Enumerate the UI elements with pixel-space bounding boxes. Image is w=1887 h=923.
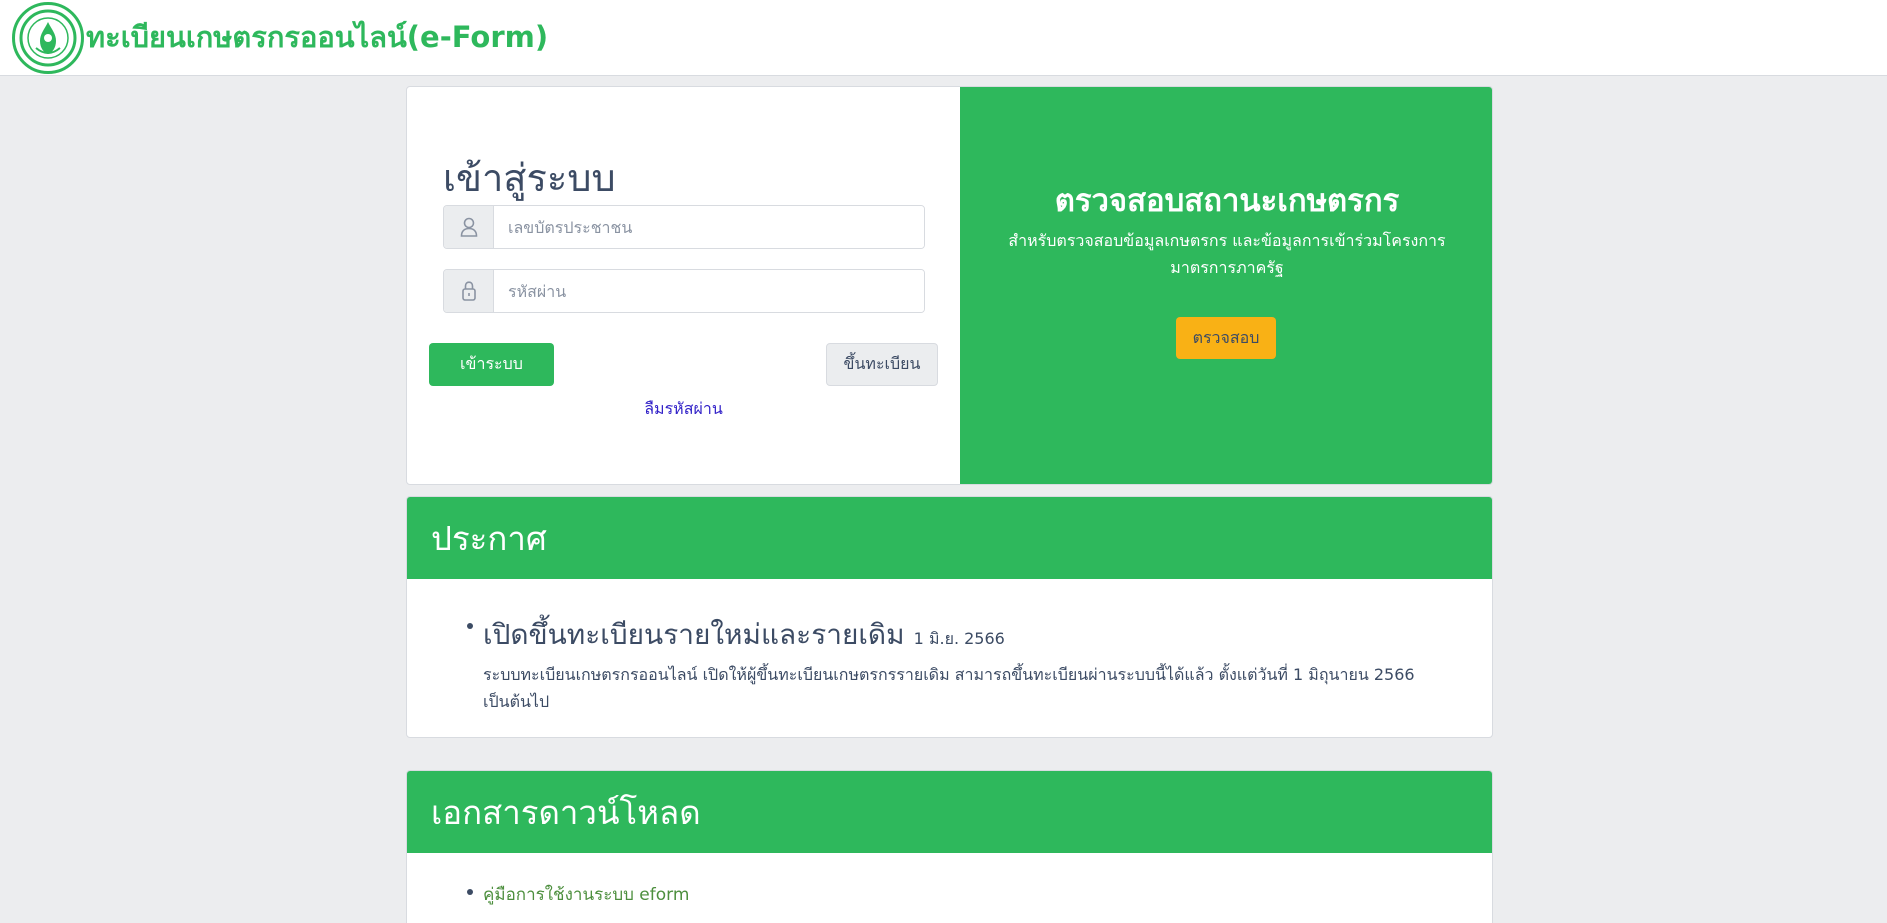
site-title[interactable]: ทะเบียนเกษตรกรออนไลน์(e-Form) [86, 14, 548, 60]
id-card-input-group [443, 205, 925, 249]
download-list: คู่มือการใช้งานระบบ eform [407, 853, 1492, 908]
announcement-date: 1 มิ.ย. 2566 [913, 629, 1005, 648]
announcement-title: เปิดขึ้นทะเบียนรายใหม่และรายเดิม [483, 618, 905, 651]
status-check-button[interactable]: ตรวจสอบ [1176, 317, 1276, 359]
user-icon [444, 206, 494, 248]
seal-icon [19, 9, 77, 67]
id-card-input[interactable] [494, 206, 924, 248]
login-panel: เข้าสู่ระบบ เข้าระบบ ขึ้นทะเบียน [407, 87, 960, 484]
announcements-title: ประกาศ [407, 497, 1492, 579]
status-check-description: สำหรับตรวจสอบข้อมูลเกษตรกร และข้อมูลการเ… [1008, 231, 1446, 277]
login-button[interactable]: เข้าระบบ [429, 343, 554, 386]
login-card: เข้าสู่ระบบ เข้าระบบ ขึ้นทะเบียน [406, 86, 1493, 485]
announcement-list: เปิดขึ้นทะเบียนรายใหม่และรายเดิม 1 มิ.ย.… [407, 579, 1492, 715]
downloads-title: เอกสารดาวน์โหลด [407, 771, 1492, 853]
forgot-password-link[interactable]: ลืมรหัสผ่าน [407, 397, 960, 422]
agriculture-seal-logo-icon[interactable] [12, 2, 84, 74]
top-header: ทะเบียนเกษตรกรออนไลน์(e-Form) [0, 0, 1887, 76]
download-link-manual[interactable]: คู่มือการใช้งานระบบ eform [483, 885, 689, 905]
bullet-icon [467, 889, 473, 895]
announcements-card: ประกาศ เปิดขึ้นทะเบียนรายใหม่และรายเดิม … [406, 496, 1493, 738]
downloads-card: เอกสารดาวน์โหลด คู่มือการใช้งานระบบ efor… [406, 770, 1493, 923]
bullet-icon [467, 623, 473, 629]
lock-icon [444, 270, 494, 312]
list-item: เปิดขึ้นทะเบียนรายใหม่และรายเดิม 1 มิ.ย.… [467, 613, 1492, 715]
status-check-panel: ตรวจสอบสถานะเกษตรกร สำหรับตรวจสอบข้อมูลเ… [960, 87, 1492, 484]
announcement-body: ระบบทะเบียนเกษตรกรออนไลน์ เปิดให้ผู้ขึ้น… [483, 665, 1415, 711]
password-input[interactable] [494, 270, 924, 312]
status-check-title: ตรวจสอบสถานะเกษตรกร [1054, 183, 1400, 219]
login-heading: เข้าสู่ระบบ [443, 156, 616, 200]
register-button[interactable]: ขึ้นทะเบียน [826, 343, 938, 386]
list-item: คู่มือการใช้งานระบบ eform [467, 881, 1492, 908]
password-input-group [443, 269, 925, 313]
